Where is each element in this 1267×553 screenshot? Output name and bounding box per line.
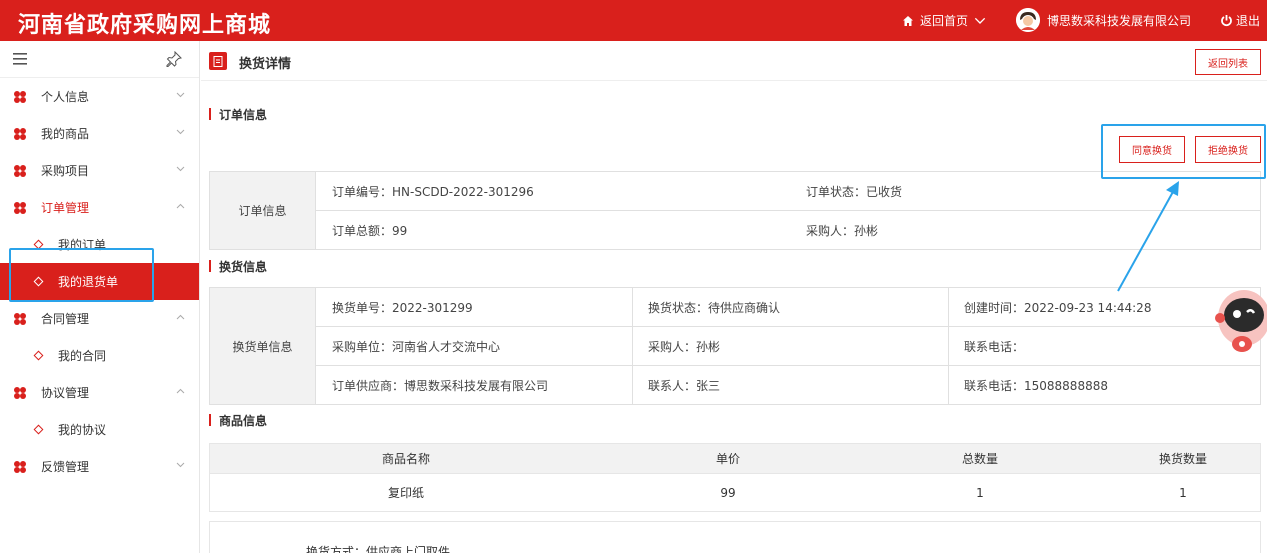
annotation-arrow-icon xyxy=(1117,181,1179,292)
assistant-robot[interactable] xyxy=(1208,278,1267,362)
robot-icon xyxy=(1215,290,1267,352)
